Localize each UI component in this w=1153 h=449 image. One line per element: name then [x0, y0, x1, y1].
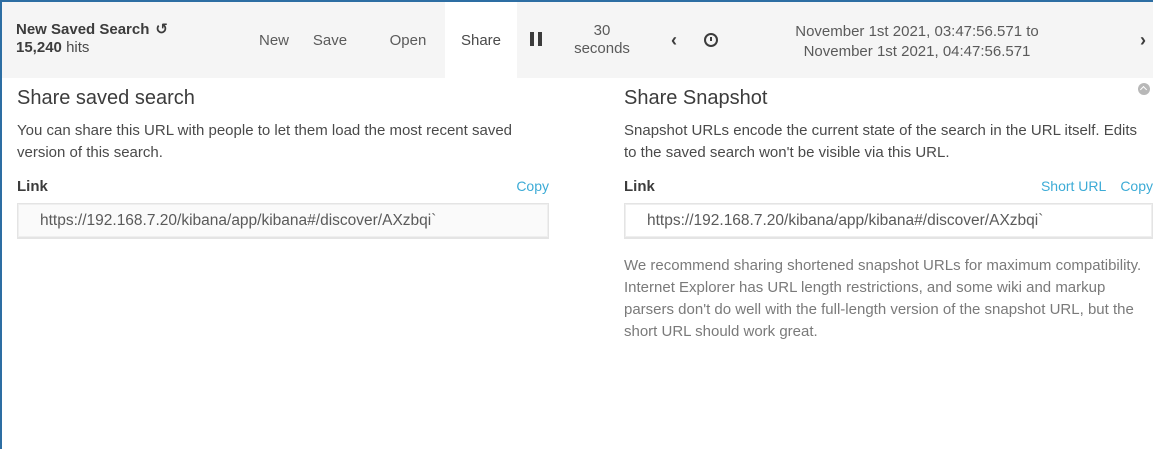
short-url-button[interactable]: Short URL [1041, 178, 1106, 194]
link-label: Link [17, 178, 48, 195]
snapshot-url-field[interactable]: https://192.168.7.20/kibana/app/kibana#/… [624, 203, 1153, 239]
saved-search-url-field[interactable]: https://192.168.7.20/kibana/app/kibana#/… [17, 203, 549, 239]
chevron-left-icon[interactable]: ‹ [671, 30, 677, 51]
share-snapshot-panel: Share Snapshot Snapshot URLs encode the … [624, 84, 1153, 343]
snapshot-link-row: Link Short URL Copy [624, 178, 1153, 195]
share-saved-search-description: You can share this URL with people to le… [17, 122, 513, 161]
pause-icon[interactable] [530, 32, 544, 46]
hits-count: 15,240 [16, 39, 62, 56]
hits-label: hits [66, 39, 90, 56]
interval-unit: seconds [574, 40, 630, 57]
snapshot-copy-button[interactable]: Copy [1120, 178, 1153, 194]
time-range-from: November 1st 2021, 03:47:56.571 to [795, 23, 1039, 40]
share-button[interactable]: Share [445, 2, 517, 78]
snapshot-link-actions: Short URL Copy [1041, 178, 1153, 194]
link-row: Link Copy [17, 178, 549, 195]
refresh-interval-button[interactable]: 30 seconds [570, 22, 634, 58]
share-saved-search-title: Share saved search [17, 87, 195, 109]
saved-search-name: New Saved Search [16, 20, 150, 38]
saved-search-title-block: New Saved Search ↺ 15,240 hits [16, 20, 168, 57]
chevron-right-icon[interactable]: › [1140, 30, 1146, 51]
share-snapshot-description: Snapshot URLs encode the current state o… [624, 122, 1138, 161]
time-range-picker[interactable]: November 1st 2021, 03:47:56.571 to Novem… [742, 22, 1092, 62]
open-button[interactable]: Open [382, 2, 434, 78]
clock-icon [704, 33, 718, 47]
new-button[interactable]: New [249, 2, 299, 78]
interval-value: 30 [593, 22, 611, 39]
snapshot-link-label: Link [624, 178, 655, 195]
share-saved-search-panel: Share saved search You can share this UR… [17, 84, 549, 239]
hits-summary: 15,240 hits [16, 39, 168, 56]
save-button[interactable]: Save [306, 2, 354, 78]
saved-search-title: New Saved Search ↺ [16, 20, 168, 39]
reset-search-icon[interactable]: ↺ [155, 20, 168, 38]
time-range-to: November 1st 2021, 04:47:56.571 [803, 43, 1031, 60]
share-snapshot-title: Share Snapshot [624, 87, 768, 109]
copy-link-button[interactable]: Copy [516, 178, 549, 194]
short-url-recommendation: We recommend sharing shortened snapshot … [624, 257, 1142, 340]
